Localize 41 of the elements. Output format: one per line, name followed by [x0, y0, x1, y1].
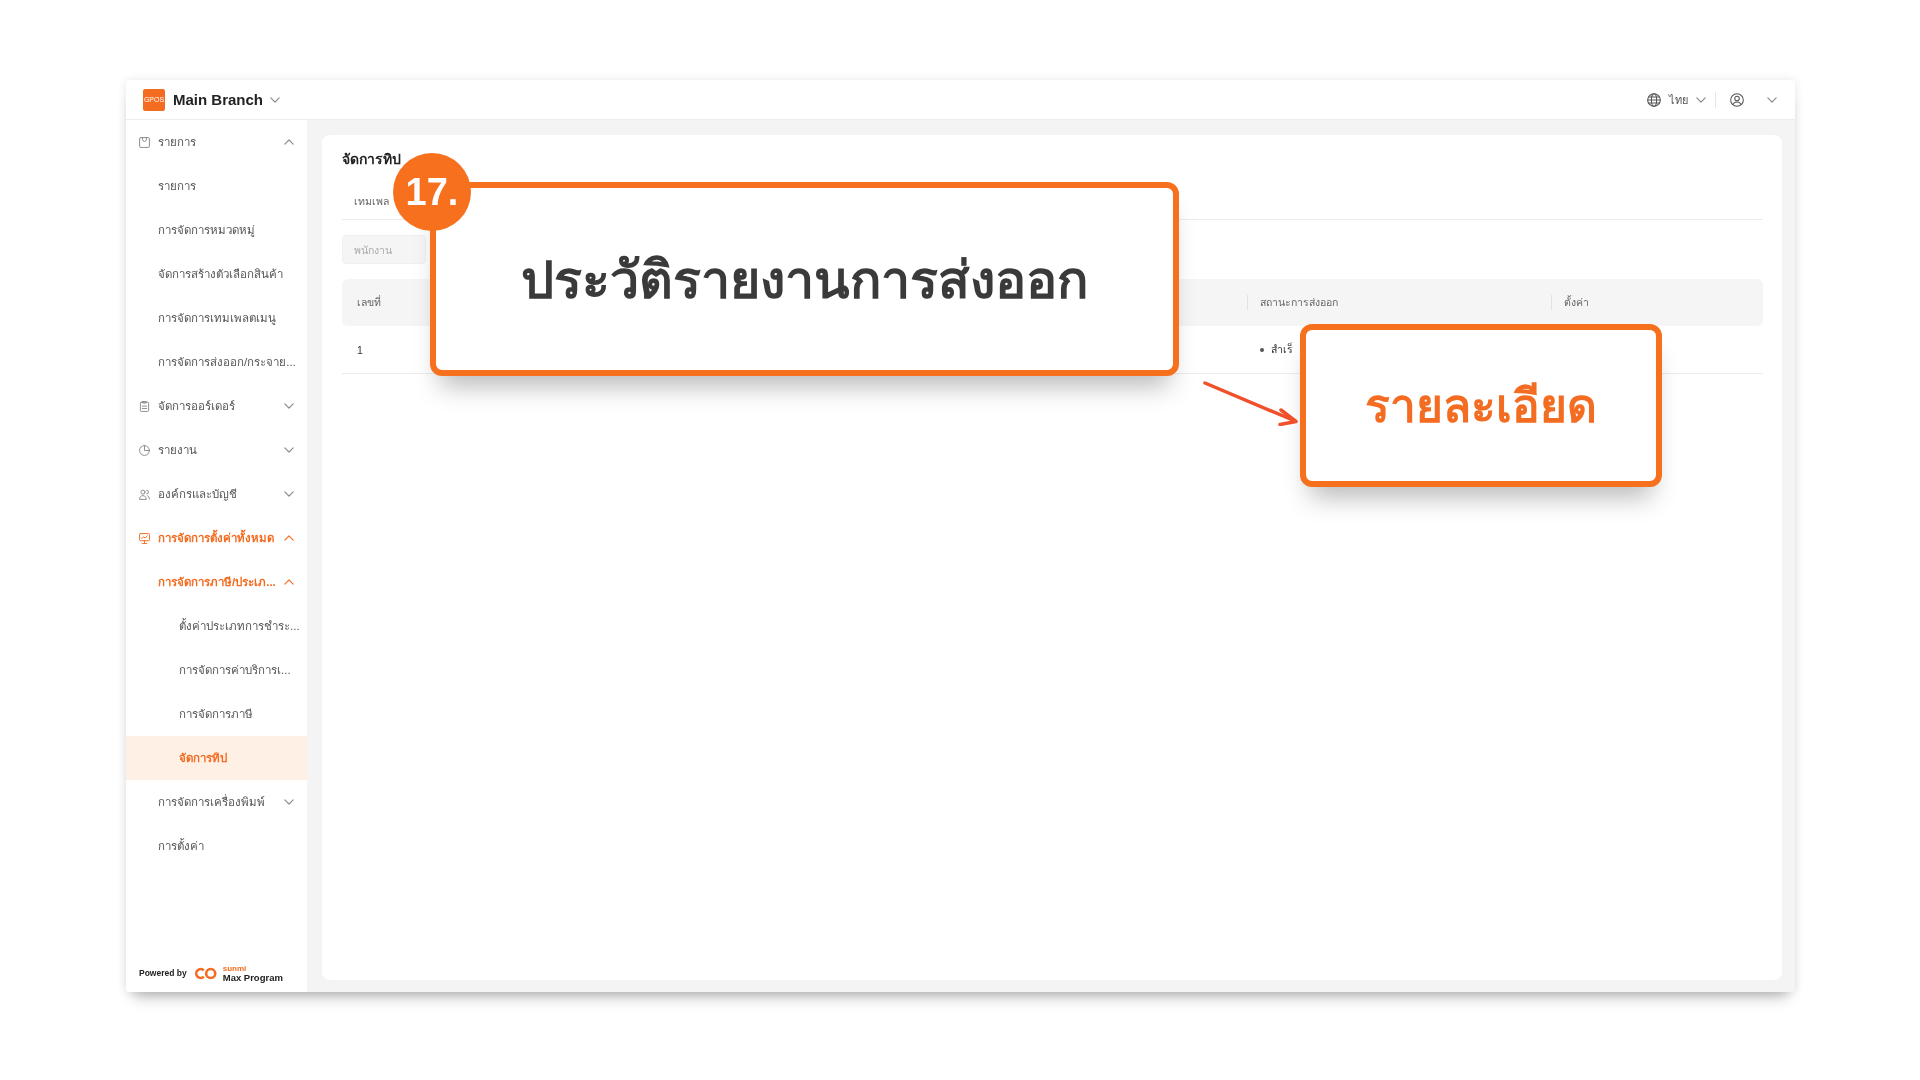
globe-icon [1647, 92, 1661, 107]
language-selector[interactable]: ไทย [1647, 90, 1706, 109]
box-icon [139, 136, 150, 148]
chevron-icon [1767, 96, 1777, 103]
people-icon [139, 488, 150, 500]
filter-field[interactable]: พนักงาน [342, 235, 426, 264]
status-text: สำเร็ [1271, 341, 1293, 357]
monitor-chart-icon [139, 532, 150, 544]
sidebar-item[interactable]: การจัดการเครื่องพิมพ์ [126, 780, 307, 824]
tab[interactable]: เทมเพล [342, 186, 389, 220]
sidebar-item[interactable]: จัดการออร์เดอร์ [126, 384, 307, 428]
user-icon [1730, 92, 1744, 107]
user-menu[interactable] [1730, 92, 1777, 107]
powered-by-text: Powered by [139, 968, 187, 979]
column-header: สถานะการส่งออก [1260, 295, 1338, 310]
pie-chart-icon [139, 444, 150, 456]
table-cell: 1 [357, 343, 363, 356]
sidebar-item[interactable]: รายงาน [126, 428, 307, 472]
sidebar-item[interactable]: การจัดการค่าบริการเ... [126, 648, 307, 692]
brand-name: Max Program [222, 972, 283, 982]
sidebar-item[interactable]: องค์กรและบัญชี [126, 472, 307, 516]
sidebar-item[interactable]: การจัดการหมวดหมู่ [126, 208, 307, 252]
sidebar-item[interactable]: การจัดการเทมเพลตเมนู [126, 296, 307, 340]
sidebar-item[interactable]: รายการ [126, 164, 307, 208]
annotation-callout: รายละเอียด [1300, 324, 1662, 487]
sidebar-item[interactable]: การตั้งค่า [126, 824, 307, 868]
status-dot-icon [1260, 347, 1264, 352]
page-title: จัดการทิป [342, 150, 402, 169]
brand-mark-icon [193, 966, 218, 980]
sidebar-item[interactable]: ตั้งค่าประเภทการชำระ... [126, 604, 307, 648]
brand-subtitle: sunmi [222, 964, 248, 973]
sidebar-item[interactable]: การจัดการส่งออก/กระจาย... [126, 340, 307, 384]
sidebar-item[interactable]: การจัดการภาษี [126, 692, 307, 736]
sidebar-item[interactable]: จัดการสร้างตัวเลือกสินค้า [126, 252, 307, 296]
clipboard-icon [139, 400, 150, 412]
sidebar-item[interactable]: รายการ [126, 120, 307, 164]
chevron-icon [1696, 96, 1706, 103]
branch-selector[interactable]: Main Branch [173, 91, 280, 108]
column-header: ตั้งค่า [1564, 294, 1589, 310]
column-header: เลขที่ [357, 294, 381, 310]
chevron-icon [270, 96, 280, 103]
